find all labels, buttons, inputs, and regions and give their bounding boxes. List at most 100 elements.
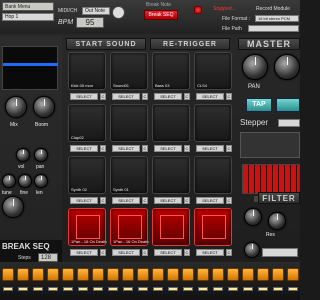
midi-ch-label: MIDI/CH	[58, 8, 78, 14]
step-button[interactable]	[152, 268, 164, 281]
pad-clear-button[interactable]: C	[100, 249, 106, 256]
drum-pad[interactable]: 1Pan - 16 On Death	[68, 208, 107, 246]
res-knob[interactable]	[268, 212, 286, 230]
drum-pad[interactable]	[152, 104, 190, 142]
drum-pad[interactable]	[194, 208, 232, 246]
step-button[interactable]	[77, 268, 89, 281]
steps-value[interactable]: 128	[38, 253, 58, 262]
stepper-select[interactable]	[278, 119, 300, 127]
step-button[interactable]	[272, 268, 284, 281]
step-button[interactable]	[47, 268, 59, 281]
break-seq-knob[interactable]	[2, 196, 24, 218]
pad-select-button[interactable]: SELECT	[112, 93, 140, 100]
pad-select-button[interactable]: SELECT	[154, 93, 182, 100]
pad-select-button[interactable]: SELECT	[154, 197, 182, 204]
filter-type-select[interactable]	[262, 248, 298, 257]
pan-knob[interactable]	[34, 148, 48, 162]
drum-pad[interactable]: 1Pan - 16 On Death	[110, 208, 149, 246]
step-button[interactable]	[287, 268, 299, 281]
pad-clear-button[interactable]: C	[184, 249, 190, 256]
cutoff-knob[interactable]	[244, 208, 262, 226]
pad-select-button[interactable]: SELECT	[196, 197, 224, 204]
bank-menu-label[interactable]: Bank Menu	[2, 2, 54, 11]
step-button[interactable]	[182, 268, 194, 281]
pad-select-button[interactable]: SELECT	[154, 145, 182, 152]
step-button[interactable]	[242, 268, 254, 281]
pad-select-button[interactable]: SELECT	[112, 145, 140, 152]
pad-clear-button[interactable]: C	[226, 249, 232, 256]
pad-clear-button[interactable]: C	[100, 145, 106, 152]
file-format-select[interactable]: 16 bit stereo PCM	[255, 15, 299, 22]
filter-env-knob[interactable]	[244, 242, 260, 258]
tune-knob[interactable]	[2, 174, 16, 188]
pad-clear-button[interactable]: C	[142, 249, 148, 256]
drum-pad[interactable]: Bass 03	[152, 52, 190, 90]
vol-knob[interactable]	[16, 148, 30, 162]
len-knob[interactable]	[34, 174, 48, 188]
master-volume-knob[interactable]	[274, 54, 300, 80]
sync-button[interactable]	[276, 98, 300, 112]
pad-clear-button[interactable]: C	[184, 93, 190, 100]
drum-pad[interactable]: CLS4	[194, 52, 232, 90]
pad-select-button[interactable]: SELECT	[112, 249, 140, 256]
pad-select-button[interactable]: SELECT	[70, 93, 98, 100]
record-led-icon[interactable]	[194, 6, 202, 14]
pad-clear-button[interactable]: C	[100, 197, 106, 204]
step-button[interactable]	[122, 268, 134, 281]
midi-ch-select[interactable]: Out Note	[82, 7, 110, 15]
pad-clear-button[interactable]: C	[226, 93, 232, 100]
drum-pad[interactable]	[110, 104, 148, 142]
pad-clear-button[interactable]: C	[100, 93, 106, 100]
waveform-display	[2, 46, 58, 90]
step-button[interactable]	[107, 268, 119, 281]
step-button[interactable]	[2, 268, 14, 281]
step-button[interactable]	[197, 268, 209, 281]
pad-clear-button[interactable]: C	[142, 197, 148, 204]
pad-select-button[interactable]: SELECT	[70, 197, 98, 204]
pad-clear-button[interactable]: C	[184, 145, 190, 152]
step-button[interactable]	[17, 268, 29, 281]
drum-pad[interactable]: Sound01	[110, 52, 148, 90]
drum-pad[interactable]	[152, 208, 190, 246]
step-led	[93, 287, 103, 291]
file-path-field[interactable]	[248, 25, 299, 32]
pad-select-button[interactable]: SELECT	[154, 249, 182, 256]
pad-clear-button[interactable]: C	[142, 93, 148, 100]
step-button[interactable]	[92, 268, 104, 281]
break-seq-title: BREAK SEQ	[2, 242, 50, 251]
bank-select[interactable]: Hop 1	[2, 13, 54, 21]
step-button[interactable]	[32, 268, 44, 281]
master-pan-knob[interactable]	[242, 54, 268, 80]
step-button[interactable]	[167, 268, 179, 281]
fine-knob[interactable]	[18, 174, 32, 188]
step-button[interactable]	[62, 268, 74, 281]
pad-select-button[interactable]: SELECT	[112, 197, 140, 204]
pad-select-button[interactable]: SELECT	[70, 145, 98, 152]
drum-pad[interactable]	[194, 156, 232, 194]
pad-select-button[interactable]: SELECT	[196, 249, 224, 256]
drum-pad[interactable]	[194, 104, 232, 142]
step-button[interactable]	[227, 268, 239, 281]
pad-clear-button[interactable]: C	[142, 145, 148, 152]
pad-clear-button[interactable]: C	[226, 145, 232, 152]
pad-clear-button[interactable]: C	[184, 197, 190, 204]
pad-select-button[interactable]: SELECT	[70, 249, 98, 256]
drum-pad[interactable]: Synth 01	[110, 156, 148, 194]
pad-clear-button[interactable]: C	[226, 197, 232, 204]
boom-knob[interactable]	[33, 96, 55, 118]
drum-pad[interactable]: Synth 02	[68, 156, 106, 194]
pad-select-button[interactable]: SELECT	[196, 93, 224, 100]
break-seq-button[interactable]: Break SEQ	[144, 10, 178, 20]
step-button[interactable]	[257, 268, 269, 281]
mix-knob[interactable]	[5, 96, 27, 118]
tap-button[interactable]: TAP	[246, 98, 272, 112]
drum-pad[interactable]: Kick 05 mon	[68, 52, 106, 90]
pad-select-button[interactable]: SELECT	[196, 145, 224, 152]
step-button[interactable]	[212, 268, 224, 281]
res-label: Res	[266, 232, 275, 238]
settings-icon[interactable]	[112, 6, 125, 19]
drum-pad[interactable]	[152, 156, 190, 194]
drum-pad[interactable]: Clap02	[68, 104, 106, 142]
step-button[interactable]	[137, 268, 149, 281]
bpm-display[interactable]: 95	[76, 17, 104, 28]
